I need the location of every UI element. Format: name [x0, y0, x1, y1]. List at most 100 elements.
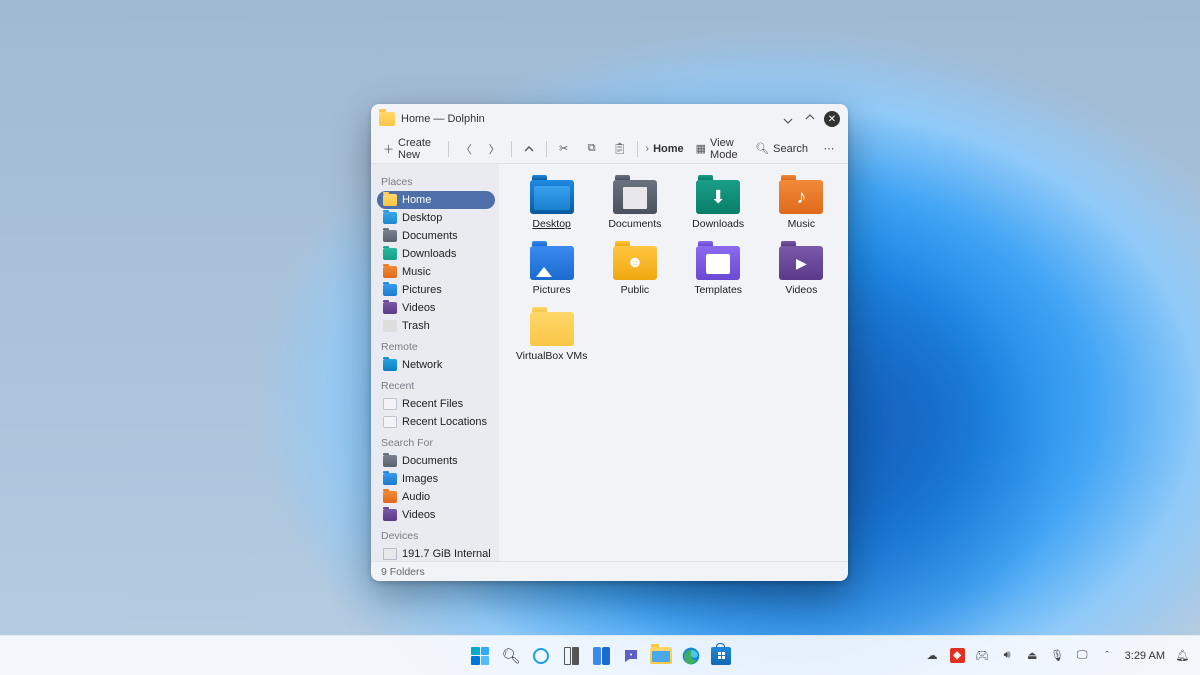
folder-public[interactable]: Public: [596, 240, 673, 302]
sidebar-item-recent-locations[interactable]: Recent Locations: [377, 413, 495, 431]
chat-icon: [622, 647, 640, 665]
folder-icon: [383, 302, 397, 314]
sidebar-item-label: Documents: [402, 455, 458, 467]
folder-label: Templates: [694, 284, 742, 296]
create-new-label: Create New: [398, 137, 438, 161]
file-explorer-button[interactable]: [649, 644, 673, 668]
sidebar-item-documents[interactable]: Documents: [377, 452, 495, 470]
folder-icon: [383, 230, 397, 242]
folder-icon: [613, 180, 657, 214]
cut-icon: ✂: [557, 142, 571, 156]
cut-button[interactable]: ✂: [551, 139, 577, 159]
sidebar-item-trash[interactable]: Trash: [377, 317, 495, 335]
clock[interactable]: 3:29 AM: [1125, 650, 1165, 662]
folder-view[interactable]: Desktop DocumentsDownloads Music PicturesPu…: [499, 164, 848, 561]
sidebar-item-music[interactable]: Music: [377, 263, 495, 281]
sidebar-item-images[interactable]: Images: [377, 470, 495, 488]
minimize-button[interactable]: [780, 111, 796, 127]
back-button[interactable]: 〈: [453, 139, 479, 159]
folder-icon: [383, 416, 397, 428]
taskbar: 🔍︎ ☁ ◈ 🎮︎ 🔊︎ ⏏ 🎙︎ 🖵 ˆ 3:29 AM 🔔︎: [0, 635, 1200, 675]
mic-icon[interactable]: 🎙︎: [1050, 648, 1065, 663]
sidebar-section-title: Remote: [377, 335, 495, 356]
sidebar-section-title: Devices: [377, 524, 495, 545]
task-view-button[interactable]: [559, 644, 583, 668]
folder-icon: [696, 246, 740, 280]
dolphin-window: Home — Dolphin ✕ ＋ Create New 〈 〉 ✂ ⧉ 📋︎…: [371, 104, 848, 581]
breadcrumb[interactable]: › Home: [641, 143, 687, 155]
sidebar-item-home[interactable]: Home: [377, 191, 495, 209]
sidebar-section-title: Search For: [377, 431, 495, 452]
app-icon: [379, 112, 395, 126]
sidebar-item-documents[interactable]: Documents: [377, 227, 495, 245]
start-button[interactable]: [467, 643, 493, 669]
sidebar-item-label: Recent Locations: [402, 416, 487, 428]
sidebar-item-label: Images: [402, 473, 438, 485]
sidebar-item-desktop[interactable]: Desktop: [377, 209, 495, 227]
sidebar-section-title: Places: [377, 170, 495, 191]
anydesk-icon[interactable]: ◈: [950, 648, 965, 663]
close-button[interactable]: ✕: [824, 111, 840, 127]
folder-label: Videos: [785, 284, 817, 296]
sidebar-item-videos[interactable]: Videos: [377, 299, 495, 317]
folder-pictures[interactable]: Pictures: [513, 240, 590, 302]
sidebar-item-recent-files[interactable]: Recent Files: [377, 395, 495, 413]
window-title: Home — Dolphin: [401, 113, 485, 125]
sidebar-item-pictures[interactable]: Pictures: [377, 281, 495, 299]
sidebar-item-network[interactable]: Network: [377, 356, 495, 374]
more-icon: ⋯: [822, 142, 836, 156]
create-new-button[interactable]: ＋ Create New: [377, 134, 444, 164]
sidebar-item-videos[interactable]: Videos: [377, 506, 495, 524]
copy-icon: ⧉: [585, 142, 599, 156]
up-button[interactable]: [516, 139, 542, 159]
chevron-right-icon: 〉: [487, 142, 501, 156]
search-button[interactable]: 🔍︎ Search: [749, 139, 814, 159]
folder-label: Desktop: [532, 218, 571, 230]
status-bar: 9 Folders: [371, 561, 848, 581]
folder-documents[interactable]: Documents: [596, 174, 673, 236]
search-icon: 🔍︎: [501, 647, 520, 665]
toolbar: ＋ Create New 〈 〉 ✂ ⧉ 📋︎ › Home ▦ View Mo…: [371, 134, 848, 164]
folder-videos[interactable]: Videos: [763, 240, 840, 302]
chat-button[interactable]: [619, 644, 643, 668]
widgets-button[interactable]: [589, 644, 613, 668]
folder-virtualbox-vms[interactable]: VirtualBox VMs: [513, 306, 590, 368]
folder-downloads[interactable]: Downloads: [680, 174, 757, 236]
folder-desktop[interactable]: Desktop: [513, 174, 590, 236]
store-button[interactable]: [709, 644, 733, 668]
breadcrumb-home[interactable]: Home: [653, 143, 684, 155]
folder-icon: [383, 194, 397, 206]
folder-icon: [383, 359, 397, 371]
monitor-icon[interactable]: 🖵: [1075, 648, 1090, 663]
folder-templates[interactable]: Templates: [680, 240, 757, 302]
titlebar[interactable]: Home — Dolphin ✕: [371, 104, 848, 134]
sidebar-item-label: Recent Files: [402, 398, 463, 410]
chevron-up-icon[interactable]: ˆ: [1100, 648, 1115, 663]
copy-button[interactable]: ⧉: [579, 139, 605, 159]
sidebar-item-audio[interactable]: Audio: [377, 488, 495, 506]
paste-button[interactable]: 📋︎: [607, 139, 633, 159]
usb-icon[interactable]: ⏏: [1025, 648, 1040, 663]
chevron-left-icon: 〈: [459, 142, 473, 156]
cloud-icon[interactable]: ☁: [925, 648, 940, 663]
volume-icon[interactable]: 🔊︎: [1000, 648, 1015, 663]
forward-button[interactable]: 〉: [481, 139, 507, 159]
notifications-icon[interactable]: 🔔︎: [1175, 648, 1190, 663]
sidebar-item-label: Downloads: [402, 248, 456, 260]
cortana-button[interactable]: [529, 644, 553, 668]
menu-button[interactable]: ⋯: [816, 139, 842, 159]
sidebar-item-downloads[interactable]: Downloads: [377, 245, 495, 263]
folder-icon: [530, 180, 574, 214]
edge-button[interactable]: [679, 644, 703, 668]
chevron-up-icon: [522, 142, 536, 156]
folder-icon: [696, 180, 740, 214]
controller-icon[interactable]: 🎮︎: [975, 648, 990, 663]
sidebar-item-191-7-gib-internal-[interactable]: 191.7 GiB Internal …: [377, 545, 495, 561]
folder-music[interactable]: Music: [763, 174, 840, 236]
folder-label: Music: [788, 218, 815, 230]
taskbar-search-button[interactable]: 🔍︎: [499, 644, 523, 668]
view-mode-button[interactable]: ▦ View Mode: [690, 134, 748, 164]
status-text: 9 Folders: [381, 566, 425, 578]
folder-icon: [530, 312, 574, 346]
maximize-button[interactable]: [802, 111, 818, 127]
